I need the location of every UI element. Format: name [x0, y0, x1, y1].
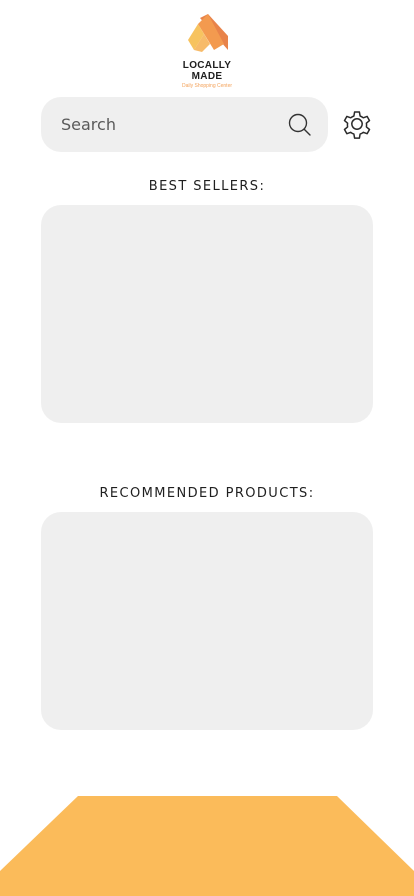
logo-tagline: Daily Shopping Center [181, 83, 233, 89]
bottom-decoration [0, 796, 414, 896]
search-input[interactable] [61, 97, 281, 152]
best-sellers-panel[interactable] [41, 205, 373, 423]
logo-mark-icon [188, 14, 228, 52]
recommended-products-heading: RECOMMENDED PRODUCTS: [99, 486, 315, 501]
logo-text-line1: LOCALLY [182, 60, 232, 71]
logo-text-line2: MADE [191, 71, 223, 82]
gear-icon[interactable] [340, 107, 374, 141]
search-icon[interactable] [287, 112, 313, 138]
brand-logo: LOCALLY MADE Daily Shopping Center [170, 14, 244, 92]
search-bar[interactable] [41, 97, 328, 152]
best-sellers-heading: BEST SELLERS: [148, 179, 266, 194]
recommended-products-panel[interactable] [41, 512, 373, 730]
